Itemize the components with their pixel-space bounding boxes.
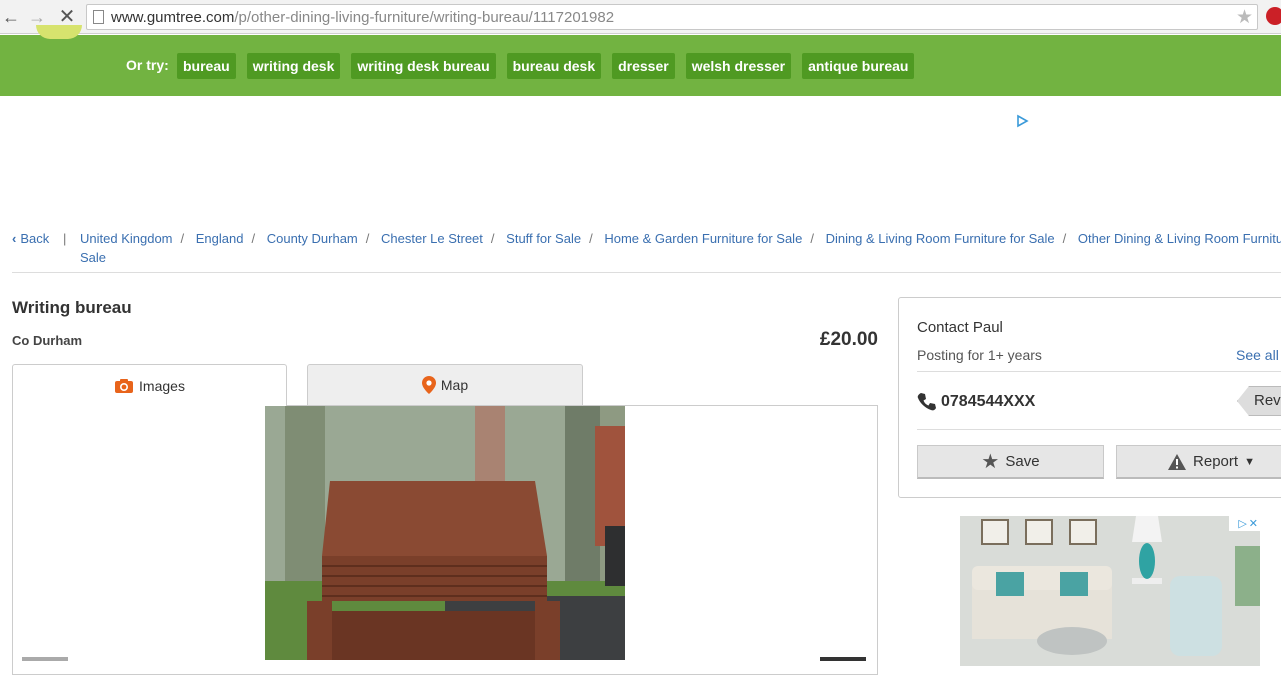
map-pin-icon [421, 376, 436, 394]
phone-number: 0784544XXX [917, 392, 1035, 412]
adchoices-badge[interactable]: ▷ ✕ [1229, 516, 1260, 531]
breadcrumb-trail: United Kingdom / England / County Durham / … [80, 229, 1281, 248]
listing-title: Writing bureau [12, 298, 132, 317]
tab-images[interactable]: Images [12, 364, 287, 406]
camera-icon [115, 378, 134, 393]
button-label: Report [1193, 453, 1239, 470]
close-icon[interactable]: ✕ [1249, 517, 1258, 530]
suggestion-chip[interactable]: writing desk [246, 53, 341, 79]
divider: | [63, 231, 67, 246]
listing-price: £20.00 [819, 329, 878, 350]
reveal-number-button[interactable]: Reve [1237, 386, 1281, 416]
address-bar[interactable]: www.gumtree.com/p/other-dining-living-fu… [86, 4, 1258, 30]
sidebar-advert[interactable] [960, 516, 1260, 666]
adchoices-icon[interactable] [1015, 114, 1029, 128]
breadcrumb-item[interactable]: Stuff for Sale [506, 231, 581, 246]
caret-down-icon: ▼ [1244, 455, 1255, 468]
see-all-ads-link[interactable]: See all [1236, 347, 1279, 363]
breadcrumb-item[interactable]: Chester Le Street [381, 231, 483, 246]
breadcrumb-item[interactable]: England [196, 231, 244, 246]
posting-duration: Posting for 1+ years [917, 347, 1042, 363]
listing-photo[interactable] [265, 406, 625, 660]
bookmark-star-icon[interactable]: ★ [1236, 6, 1253, 29]
advert-image [960, 516, 1260, 666]
suggestion-chip[interactable]: antique bureau [802, 53, 915, 79]
pinterest-extension-icon[interactable] [1266, 7, 1281, 25]
suggestion-chip[interactable]: bureau [177, 53, 236, 79]
phone-icon [917, 393, 936, 411]
contact-panel: Contact Paul Posting for 1+ years See al… [898, 297, 1281, 498]
tab-map[interactable]: Map [307, 364, 583, 406]
suggestion-chip[interactable]: welsh dresser [685, 53, 792, 79]
button-label: Save [1005, 453, 1040, 470]
star-icon: ★ [981, 451, 1000, 473]
back-arrow-icon[interactable]: ← [0, 6, 22, 28]
url-text: www.gumtree.com/p/other-dining-living-fu… [111, 9, 615, 26]
contact-name: Contact Paul [917, 319, 1003, 336]
divider [917, 429, 1281, 430]
breadcrumb-item[interactable]: County Durham [267, 231, 358, 246]
suggestion-chip[interactable]: writing desk bureau [351, 53, 496, 79]
tab-label: Map [440, 377, 469, 393]
gumtree-logo[interactable] [36, 25, 82, 39]
back-link[interactable]: ‹ Back [12, 229, 49, 248]
suggestion-chips: bureau writing desk writing desk bureau … [177, 53, 915, 79]
save-button[interactable]: ★ Save [917, 445, 1104, 479]
tab-label: Images [139, 377, 185, 394]
bureau-photo-illustration [265, 406, 625, 660]
search-suggestions-bar: Or try: bureau writing desk writing desk… [0, 25, 1281, 96]
breadcrumb-item-continued[interactable]: Sale [80, 248, 106, 267]
breadcrumb-item[interactable]: Other Dining & Living Room Furnitu [1078, 231, 1281, 246]
listing-location: Co Durham [12, 333, 83, 348]
gallery-next-control[interactable] [820, 657, 866, 661]
adchoices-icon: ▷ [1238, 518, 1247, 530]
divider [917, 371, 1281, 372]
suggestion-chip[interactable]: dresser [612, 53, 675, 79]
report-button[interactable]: Report ▼ [1116, 445, 1281, 479]
breadcrumb-item[interactable]: Home & Garden Furniture for Sale [604, 231, 802, 246]
gallery-prev-control[interactable] [22, 657, 68, 661]
breadcrumb-item[interactable]: Dining & Living Room Furniture for Sale [826, 231, 1055, 246]
breadcrumb-item[interactable]: United Kingdom [80, 231, 173, 246]
divider [12, 272, 1281, 273]
warning-icon [1168, 453, 1187, 470]
suggestion-chip[interactable]: bureau desk [506, 53, 602, 79]
page-icon [93, 10, 104, 24]
chevron-left-icon: ‹ [12, 231, 17, 246]
or-try-label: Or try: [126, 57, 169, 73]
browser-toolbar: ← → ✕ www.gumtree.com/p/other-dining-liv… [0, 0, 1281, 34]
